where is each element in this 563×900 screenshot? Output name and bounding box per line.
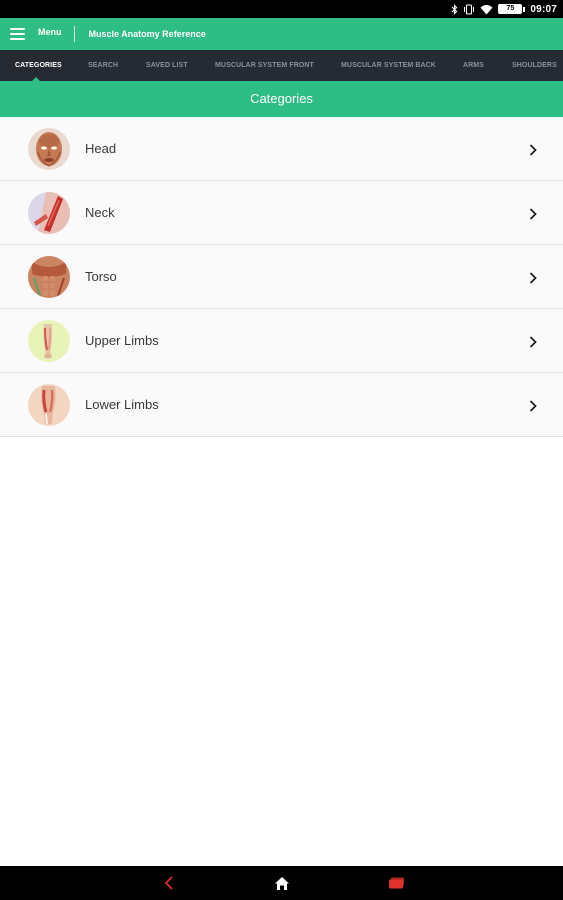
status-bar: 75 09:07 [0,0,563,18]
category-item-neck[interactable]: Neck [0,181,563,245]
app-title: Muscle Anatomy Reference [88,29,206,39]
chevron-right-icon [529,336,537,348]
upper-limbs-anatomy-icon [28,320,70,362]
tab-shoulders[interactable]: SHOULDERS [512,50,557,81]
category-label: Upper Limbs [85,333,159,348]
bluetooth-icon [452,3,458,15]
tab-arms[interactable]: ARMS [463,50,484,81]
menu-label: Menu [38,27,62,37]
home-button[interactable] [265,866,299,900]
category-label: Head [85,141,117,156]
category-item-torso[interactable]: Torso [0,245,563,309]
tab-muscular-system-back[interactable]: MUSCULAR SYSTEM BACK [341,50,436,81]
menu-button[interactable]: Menu [0,18,74,50]
battery-level: 75 [498,4,523,14]
tab-saved-list[interactable]: SAVED LIST [146,50,188,81]
category-label: Lower Limbs [85,397,159,412]
category-item-lower-limbs[interactable]: Lower Limbs [0,373,563,437]
category-label: Torso [85,269,117,284]
torso-anatomy-icon [28,256,70,298]
tab-muscular-system-front[interactable]: MUSCULAR SYSTEM FRONT [215,50,314,81]
section-header: Categories [0,81,563,117]
vibrate-icon [464,3,475,15]
navigation-bar [0,866,563,900]
category-item-upper-limbs[interactable]: Upper Limbs [0,309,563,373]
head-anatomy-icon [28,128,70,170]
tab-search[interactable]: SEARCH [88,50,118,81]
chevron-right-icon [529,208,537,220]
chevron-right-icon [529,400,537,412]
category-label: Neck [85,205,115,220]
chevron-right-icon [529,144,537,156]
hamburger-icon [10,28,25,40]
category-list: Head Neck Torso Upper Limbs Lower Limbs [0,117,563,437]
category-item-head[interactable]: Head [0,117,563,181]
battery-icon: 75 [498,4,526,14]
tab-bar: CATEGORIES SEARCH SAVED LIST MUSCULAR SY… [0,50,563,81]
wifi-icon [480,4,493,14]
back-icon [164,876,173,890]
app-bar: Menu Muscle Anatomy Reference [0,18,563,50]
chevron-right-icon [529,272,537,284]
back-button[interactable] [152,866,186,900]
neck-anatomy-icon [28,192,70,234]
clock: 09:07 [530,3,557,15]
recent-apps-button[interactable] [379,866,413,900]
lower-limbs-anatomy-icon [28,384,70,426]
home-icon [275,876,289,890]
app-bar-divider [73,26,75,42]
recent-apps-icon [388,877,404,889]
